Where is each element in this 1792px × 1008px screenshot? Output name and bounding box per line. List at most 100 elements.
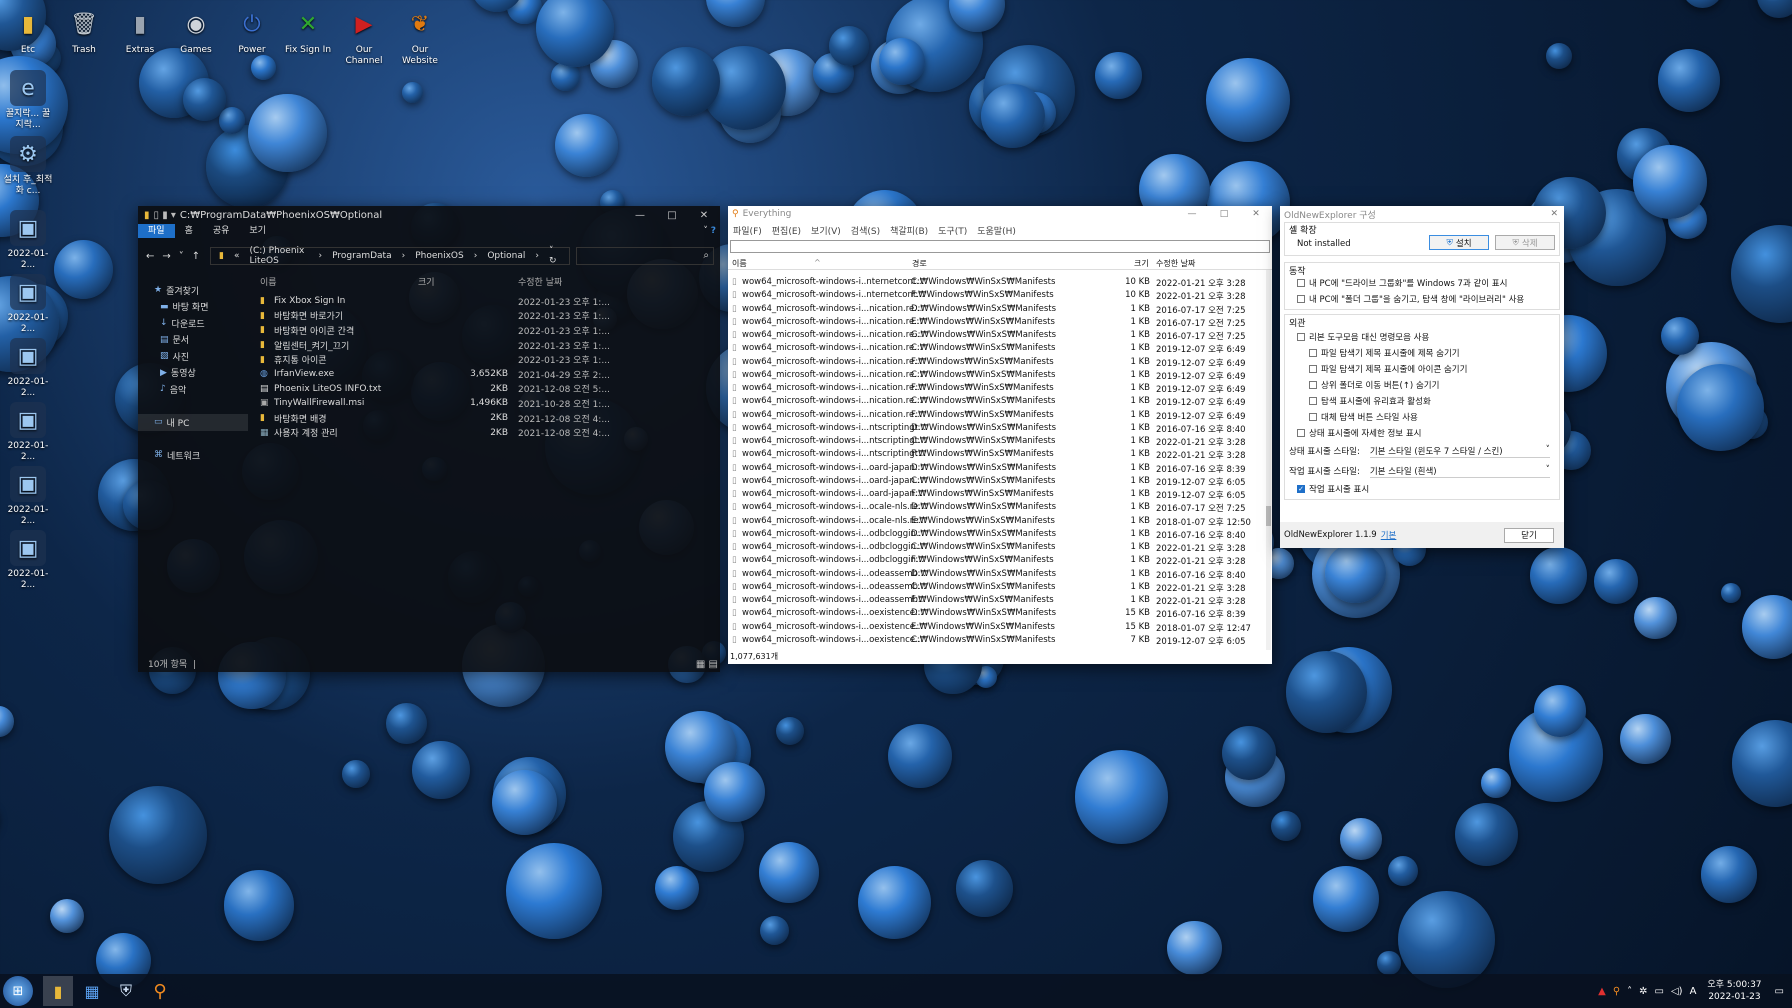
menu-item-0[interactable]: 파일(F) — [728, 224, 767, 237]
menu-item-6[interactable]: 도움말(H) — [972, 224, 1021, 237]
menu-item-1[interactable]: 편집(E) — [767, 224, 806, 237]
show-taskbar-checkbox[interactable]: ✓ 작업 표시줄 표시 — [1297, 481, 1559, 497]
result-row[interactable]: ▯ wow64_microsoft-windows-i...odbcloggin… — [728, 529, 1266, 542]
close-button[interactable]: ✕ — [688, 210, 720, 221]
result-row[interactable]: ▯ wow64_microsoft-windows-i...odeassemb.… — [728, 595, 1266, 608]
file-row[interactable]: ▦ 사용자 계정 관리 2KB 2021-12-08 오전 4:... — [258, 425, 720, 440]
col-date[interactable]: 수정한 날짜 — [518, 275, 562, 288]
hide-icon-checkbox[interactable]: 파일 탐색기 제목 표시줄에 아이콘 숨기기 — [1297, 361, 1559, 377]
address-bar[interactable]: ▮ « (C:) Phoenix LiteOS › ProgramData › Ph… — [210, 246, 570, 266]
nav-item-1[interactable]: ▬ 바탕 화면 — [138, 299, 248, 316]
start-button[interactable]: ⊞ — [3, 976, 33, 1006]
search-tray-icon[interactable]: ⚲ — [1613, 986, 1620, 997]
file-row[interactable]: ▤ Phoenix LiteOS INFO.txt 2KB 2021-12-08… — [258, 382, 720, 397]
network-icon[interactable]: ▭ — [1655, 986, 1664, 997]
result-row[interactable]: ▯ wow64_microsoft-windows-i...ocale-nls.… — [728, 502, 1266, 515]
scrollbar[interactable] — [1266, 270, 1271, 650]
desktop-icon-games[interactable]: ◉ Games — [170, 6, 222, 56]
result-row[interactable]: ▯ wow64_microsoft-windows-i...oexistence… — [728, 622, 1266, 635]
desktop-icon-our-website[interactable]: ❦ Our Website — [394, 6, 446, 67]
breadcrumb-phoenixos[interactable]: PhoenixOS — [415, 251, 464, 261]
maximize-button[interactable]: □ — [1208, 209, 1240, 219]
taskbar-defender[interactable]: ⛨ — [111, 976, 141, 1006]
breadcrumb-programdata[interactable]: ProgramData — [332, 251, 391, 261]
minimize-button[interactable]: — — [624, 210, 656, 221]
desktop-icon-extras[interactable]: ▮ Extras — [114, 6, 166, 56]
file-row[interactable]: ◍ IrfanView.exe 3,652KB 2021-04-29 오후 2:… — [258, 367, 720, 382]
hide-title-checkbox[interactable]: 파일 탐색기 제목 표시줄에 제목 숨기기 — [1297, 345, 1559, 361]
result-row[interactable]: ▯ wow64_microsoft-windows-i...ocale-nls.… — [728, 516, 1266, 529]
up-arrow-icon[interactable]: ↑ — [192, 251, 200, 262]
refresh-icon[interactable]: ˅ ↻ — [549, 246, 563, 266]
result-row[interactable]: ▯ wow64_microsoft-windows-i...oard-japan… — [728, 476, 1266, 489]
settings-tray-icon[interactable]: ✲ — [1639, 986, 1647, 997]
col-path[interactable]: 경로 — [912, 258, 927, 269]
install-button[interactable]: ⛨ 설치 — [1429, 235, 1489, 250]
desktop-icon-7[interactable]: ▣ 2022-01-2... — [2, 530, 54, 591]
tab-file[interactable]: 파일 — [138, 224, 175, 238]
uninstall-button[interactable]: ⛨ 삭제 — [1495, 235, 1555, 250]
result-row[interactable]: ▯ wow64_microsoft-windows-i...nication.r… — [728, 343, 1266, 356]
breadcrumb-optional[interactable]: Optional — [487, 251, 525, 261]
menu-item-2[interactable]: 보기(V) — [806, 224, 846, 237]
desktop-icon-etc[interactable]: ▮ Etc — [2, 6, 54, 56]
close-button[interactable]: 닫기 — [1504, 527, 1554, 543]
hide-up-button-checkbox[interactable]: 상위 폴더로 이동 버튼(↑) 숨기기 — [1297, 377, 1559, 393]
minimize-button[interactable]: — — [1176, 209, 1208, 219]
nav-item-10[interactable]: ⌘ 네트워크 — [138, 447, 248, 464]
result-row[interactable]: ▯ wow64_microsoft-windows-i..nternetcont… — [728, 290, 1266, 303]
tab-view[interactable]: 보기 — [239, 224, 276, 238]
file-row[interactable]: ▮ 바탕화면 바로가기 2022-01-23 오후 1:... — [258, 309, 720, 324]
col-name[interactable]: 이름 — [260, 275, 277, 288]
glass-effect-checkbox[interactable]: 탐색 표시줄에 유리효과 활성화 — [1297, 393, 1559, 409]
desktop-icon-2[interactable]: ▣ 2022-01-2... — [2, 210, 54, 271]
result-row[interactable]: ▯ wow64_microsoft-windows-i...oexistence… — [728, 608, 1266, 621]
notification-icon[interactable]: ▭ — [1775, 986, 1784, 997]
folder-group-checkbox[interactable]: 내 PC에 "폴더 그룹"을 숨기고, 탐색 창에 "라이브러리" 사용 — [1297, 291, 1559, 307]
desktop-icon-0[interactable]: e 꿀지락... 꿀지락... — [2, 70, 54, 131]
ime-indicator[interactable]: A — [1690, 986, 1697, 997]
status-style-select[interactable]: 기본 스타일 (윈도우 7 스타일 / 스킨) ˅ — [1369, 445, 1550, 458]
result-row[interactable]: ▯ wow64_microsoft-windows-i...ntscriptin… — [728, 449, 1266, 462]
result-row[interactable]: ▯ wow64_microsoft-windows-i...nication.r… — [728, 370, 1266, 383]
result-row[interactable]: ▯ wow64_microsoft-windows-i...odbcloggin… — [728, 555, 1266, 568]
forward-arrow-icon[interactable]: → — [162, 251, 170, 262]
back-arrow-icon[interactable]: ← — [146, 251, 154, 262]
close-icon[interactable]: ✕ — [1550, 209, 1558, 219]
result-row[interactable]: ▯ wow64_microsoft-windows-i...odbcloggin… — [728, 542, 1266, 555]
desktop-icon-5[interactable]: ▣ 2022-01-2... — [2, 402, 54, 463]
desktop-icon-our-channel[interactable]: ▶ Our Channel — [338, 6, 390, 67]
file-row[interactable]: ▣ TinyWallFirewall.msi 1,496KB 2021-10-2… — [258, 396, 720, 411]
result-row[interactable]: ▯ wow64_microsoft-windows-i...oard-japan… — [728, 489, 1266, 502]
taskbar-store[interactable]: ▦ — [77, 976, 107, 1006]
nav-item-6[interactable]: ♪ 음악 — [138, 381, 248, 398]
result-row[interactable]: ▯ wow64_microsoft-windows-i...oard-japan… — [728, 463, 1266, 476]
file-row[interactable]: ▮ 바탕화면 아이콘 간격 2022-01-23 오후 1:... — [258, 323, 720, 338]
result-row[interactable]: ▯ wow64_microsoft-windows-i..nternetcont… — [728, 277, 1266, 290]
desktop-icon-4[interactable]: ▣ 2022-01-2... — [2, 338, 54, 399]
desktop-icon-6[interactable]: ▣ 2022-01-2... — [2, 466, 54, 527]
result-row[interactable]: ▯ wow64_microsoft-windows-i...nication.r… — [728, 410, 1266, 423]
volume-icon[interactable]: ◁) — [1671, 986, 1683, 997]
nav-item-2[interactable]: ↓ 다운로드 — [138, 315, 248, 332]
tab-share[interactable]: 공유 — [203, 224, 240, 238]
nav-item-4[interactable]: ▨ 사진 — [138, 348, 248, 365]
breadcrumb-drive[interactable]: (C:) Phoenix LiteOS — [249, 246, 308, 266]
default-link[interactable]: 기본 — [1381, 529, 1397, 541]
result-row[interactable]: ▯ wow64_microsoft-windows-i...ntscriptin… — [728, 436, 1266, 449]
result-row[interactable]: ▯ wow64_microsoft-windows-i...odeassemb.… — [728, 582, 1266, 595]
desktop-icon-1[interactable]: ⚙ 설치 후_최적화 c... — [2, 136, 54, 197]
result-row[interactable]: ▯ wow64_microsoft-windows-i...nication.r… — [728, 396, 1266, 409]
col-size[interactable]: 크기 — [1134, 258, 1149, 269]
col-name[interactable]: 이름 — [732, 258, 747, 269]
chevron-up-icon[interactable]: ˄ — [1627, 986, 1632, 997]
close-button[interactable]: ✕ — [1240, 209, 1272, 219]
nav-item-3[interactable]: ▤ 문서 — [138, 332, 248, 349]
desktop-icon-3[interactable]: ▣ 2022-01-2... — [2, 274, 54, 335]
col-size[interactable]: 크기 — [418, 275, 435, 288]
command-bar-checkbox[interactable]: 리본 도구모음 대신 명령모음 사용 — [1297, 329, 1559, 345]
nav-item-5[interactable]: ▶ 동영상 — [138, 365, 248, 382]
quick-access-icons[interactable]: ▯ ▮ ▾ — [154, 210, 176, 221]
result-row[interactable]: ▯ wow64_microsoft-windows-i...odeassemb.… — [728, 569, 1266, 582]
taskbar-style-select[interactable]: 기본 스타일 (흰색) ˅ — [1369, 465, 1550, 478]
